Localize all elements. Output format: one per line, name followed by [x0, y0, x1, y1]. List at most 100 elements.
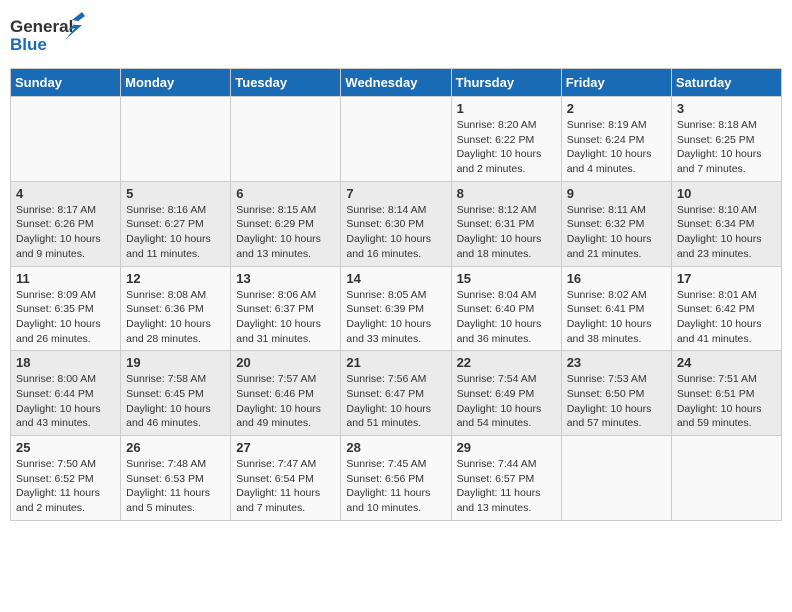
day-header-thursday: Thursday	[451, 69, 561, 97]
cell-info: Sunrise: 8:04 AMSunset: 6:40 PMDaylight:…	[457, 288, 556, 347]
cell-date: 5	[126, 186, 225, 201]
cell-info: Sunrise: 7:56 AMSunset: 6:47 PMDaylight:…	[346, 372, 445, 431]
cell-date: 12	[126, 271, 225, 286]
cell-info: Sunrise: 8:14 AMSunset: 6:30 PMDaylight:…	[346, 203, 445, 262]
cell-date: 15	[457, 271, 556, 286]
day-header-monday: Monday	[121, 69, 231, 97]
cell-date: 24	[677, 355, 776, 370]
week-row-3: 11Sunrise: 8:09 AMSunset: 6:35 PMDayligh…	[11, 266, 782, 351]
cell-info: Sunrise: 7:51 AMSunset: 6:51 PMDaylight:…	[677, 372, 776, 431]
cell-date: 17	[677, 271, 776, 286]
cell-date: 10	[677, 186, 776, 201]
cell-info: Sunrise: 8:18 AMSunset: 6:25 PMDaylight:…	[677, 118, 776, 177]
cell-info: Sunrise: 7:45 AMSunset: 6:56 PMDaylight:…	[346, 457, 445, 516]
calendar-cell: 3 Sunrise: 8:18 AMSunset: 6:25 PMDaylight…	[671, 97, 781, 182]
day-header-friday: Friday	[561, 69, 671, 97]
calendar-table: SundayMondayTuesdayWednesdayThursdayFrid…	[10, 68, 782, 521]
cell-date: 8	[457, 186, 556, 201]
cell-info: Sunrise: 8:12 AMSunset: 6:31 PMDaylight:…	[457, 203, 556, 262]
header-row: SundayMondayTuesdayWednesdayThursdayFrid…	[11, 69, 782, 97]
calendar-cell	[671, 436, 781, 521]
svg-text:Blue: Blue	[10, 35, 47, 54]
cell-info: Sunrise: 8:01 AMSunset: 6:42 PMDaylight:…	[677, 288, 776, 347]
cell-date: 13	[236, 271, 335, 286]
calendar-cell: 20Sunrise: 7:57 AMSunset: 6:46 PMDayligh…	[231, 351, 341, 436]
calendar-cell: 7 Sunrise: 8:14 AMSunset: 6:30 PMDaylight…	[341, 181, 451, 266]
calendar-cell: 1 Sunrise: 8:20 AMSunset: 6:22 PMDaylight…	[451, 97, 561, 182]
cell-date: 4	[16, 186, 115, 201]
cell-info: Sunrise: 8:00 AMSunset: 6:44 PMDaylight:…	[16, 372, 115, 431]
calendar-cell: 8 Sunrise: 8:12 AMSunset: 6:31 PMDaylight…	[451, 181, 561, 266]
week-row-1: 1 Sunrise: 8:20 AMSunset: 6:22 PMDaylight…	[11, 97, 782, 182]
cell-date: 19	[126, 355, 225, 370]
cell-date: 3	[677, 101, 776, 116]
cell-info: Sunrise: 7:50 AMSunset: 6:52 PMDaylight:…	[16, 457, 115, 516]
calendar-cell: 5 Sunrise: 8:16 AMSunset: 6:27 PMDaylight…	[121, 181, 231, 266]
cell-info: Sunrise: 8:02 AMSunset: 6:41 PMDaylight:…	[567, 288, 666, 347]
week-row-4: 18 Sunrise: 8:00 AMSunset: 6:44 PMDayligh…	[11, 351, 782, 436]
cell-info: Sunrise: 8:15 AMSunset: 6:29 PMDaylight:…	[236, 203, 335, 262]
calendar-cell: 17 Sunrise: 8:01 AMSunset: 6:42 PMDayligh…	[671, 266, 781, 351]
cell-date: 11	[16, 271, 115, 286]
day-header-wednesday: Wednesday	[341, 69, 451, 97]
cell-date: 26	[126, 440, 225, 455]
cell-info: Sunrise: 8:11 AMSunset: 6:32 PMDaylight:…	[567, 203, 666, 262]
calendar-cell: 15 Sunrise: 8:04 AMSunset: 6:40 PMDayligh…	[451, 266, 561, 351]
calendar-cell: 24 Sunrise: 7:51 AMSunset: 6:51 PMDayligh…	[671, 351, 781, 436]
week-row-5: 25 Sunrise: 7:50 AMSunset: 6:52 PMDayligh…	[11, 436, 782, 521]
cell-info: Sunrise: 8:20 AMSunset: 6:22 PMDaylight:…	[457, 118, 556, 177]
cell-info: Sunrise: 8:10 AMSunset: 6:34 PMDaylight:…	[677, 203, 776, 262]
svg-text:General: General	[10, 17, 73, 36]
cell-date: 7	[346, 186, 445, 201]
cell-date: 29	[457, 440, 556, 455]
calendar-cell	[121, 97, 231, 182]
calendar-cell: 13 Sunrise: 8:06 AMSunset: 6:37 PMDayligh…	[231, 266, 341, 351]
cell-date: 27	[236, 440, 335, 455]
cell-info: Sunrise: 7:44 AMSunset: 6:57 PMDaylight:…	[457, 457, 556, 516]
cell-date: 1	[457, 101, 556, 116]
cell-date: 2	[567, 101, 666, 116]
cell-date: 28	[346, 440, 445, 455]
cell-date: 22	[457, 355, 556, 370]
cell-info: Sunrise: 7:54 AMSunset: 6:49 PMDaylight:…	[457, 372, 556, 431]
calendar-cell: 10 Sunrise: 8:10 AMSunset: 6:34 PMDayligh…	[671, 181, 781, 266]
calendar-cell: 26 Sunrise: 7:48 AMSunset: 6:53 PMDayligh…	[121, 436, 231, 521]
week-row-2: 4 Sunrise: 8:17 AMSunset: 6:26 PMDaylight…	[11, 181, 782, 266]
header: GeneralBlue	[10, 10, 782, 60]
calendar-cell: 9Sunrise: 8:11 AMSunset: 6:32 PMDaylight…	[561, 181, 671, 266]
cell-date: 25	[16, 440, 115, 455]
calendar-cell: 11Sunrise: 8:09 AMSunset: 6:35 PMDayligh…	[11, 266, 121, 351]
cell-date: 6	[236, 186, 335, 201]
calendar-cell: 14 Sunrise: 8:05 AMSunset: 6:39 PMDayligh…	[341, 266, 451, 351]
cell-info: Sunrise: 8:19 AMSunset: 6:24 PMDaylight:…	[567, 118, 666, 177]
cell-info: Sunrise: 7:47 AMSunset: 6:54 PMDaylight:…	[236, 457, 335, 516]
calendar-cell: 4 Sunrise: 8:17 AMSunset: 6:26 PMDaylight…	[11, 181, 121, 266]
logo: GeneralBlue	[10, 10, 110, 60]
calendar-cell: 22 Sunrise: 7:54 AMSunset: 6:49 PMDayligh…	[451, 351, 561, 436]
calendar-cell: 23Sunrise: 7:53 AMSunset: 6:50 PMDayligh…	[561, 351, 671, 436]
cell-date: 18	[16, 355, 115, 370]
cell-date: 23	[567, 355, 666, 370]
cell-date: 21	[346, 355, 445, 370]
calendar-cell: 6 Sunrise: 8:15 AMSunset: 6:29 PMDaylight…	[231, 181, 341, 266]
calendar-cell: 21 Sunrise: 7:56 AMSunset: 6:47 PMDayligh…	[341, 351, 451, 436]
day-header-sunday: Sunday	[11, 69, 121, 97]
logo-svg: GeneralBlue	[10, 10, 110, 60]
cell-info: Sunrise: 8:06 AMSunset: 6:37 PMDaylight:…	[236, 288, 335, 347]
cell-info: Sunrise: 8:05 AMSunset: 6:39 PMDaylight:…	[346, 288, 445, 347]
cell-info: Sunrise: 8:17 AMSunset: 6:26 PMDaylight:…	[16, 203, 115, 262]
calendar-cell	[231, 97, 341, 182]
calendar-cell: 25 Sunrise: 7:50 AMSunset: 6:52 PMDayligh…	[11, 436, 121, 521]
day-header-tuesday: Tuesday	[231, 69, 341, 97]
calendar-cell: 2 Sunrise: 8:19 AMSunset: 6:24 PMDaylight…	[561, 97, 671, 182]
calendar-cell: 27 Sunrise: 7:47 AMSunset: 6:54 PMDayligh…	[231, 436, 341, 521]
calendar-cell: 16Sunrise: 8:02 AMSunset: 6:41 PMDayligh…	[561, 266, 671, 351]
calendar-cell: 12 Sunrise: 8:08 AMSunset: 6:36 PMDayligh…	[121, 266, 231, 351]
calendar-cell: 18 Sunrise: 8:00 AMSunset: 6:44 PMDayligh…	[11, 351, 121, 436]
cell-date: 14	[346, 271, 445, 286]
cell-info: Sunrise: 8:08 AMSunset: 6:36 PMDaylight:…	[126, 288, 225, 347]
calendar-cell	[561, 436, 671, 521]
cell-info: Sunrise: 8:16 AMSunset: 6:27 PMDaylight:…	[126, 203, 225, 262]
cell-info: Sunrise: 7:48 AMSunset: 6:53 PMDaylight:…	[126, 457, 225, 516]
day-header-saturday: Saturday	[671, 69, 781, 97]
